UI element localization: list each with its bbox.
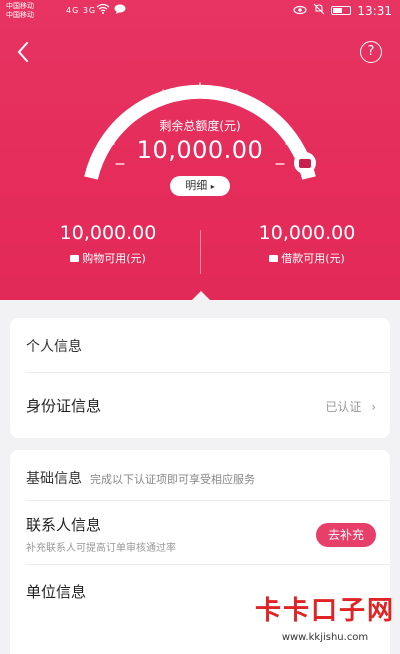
wallet-icon xyxy=(294,152,316,174)
watermark-url: www.kkjishu.com xyxy=(281,632,369,643)
watermark-brand: 卡卡口子网 xyxy=(254,596,395,626)
id-info-status-text: 已认证 xyxy=(325,400,362,414)
mute-icon xyxy=(313,3,325,18)
chevron-left-icon xyxy=(17,42,28,62)
gauge-arc xyxy=(84,84,316,180)
supplement-button[interactable]: 去补充 xyxy=(316,523,376,547)
wifi-icon xyxy=(96,3,114,17)
status-right: 13:31 xyxy=(293,3,392,18)
id-info-status: 已认证 › xyxy=(325,398,376,415)
company-info-title: 单位信息 xyxy=(26,583,87,601)
personal-section-title: 个人信息 xyxy=(26,339,82,355)
network-type-2: 3G xyxy=(82,6,97,15)
gauge-title: 剩余总额度(元) xyxy=(159,119,241,133)
hero-notch xyxy=(192,291,210,300)
loan-limit-text: 借款可用(元) xyxy=(281,252,345,265)
basic-section-note: 完成以下认证项即可享受相应服务 xyxy=(90,473,255,486)
contact-info-title: 联系人信息 xyxy=(26,516,102,534)
basic-section-title: 基础信息 xyxy=(26,471,82,487)
detail-button-label: 明细 xyxy=(185,179,208,192)
shopping-limit-text: 购物可用(元) xyxy=(82,252,146,265)
status-left-icons xyxy=(96,3,126,17)
loan-limit-label: 借款可用(元) xyxy=(227,250,387,266)
caret-right-icon: ▸ xyxy=(210,182,215,191)
status-bar: 中国移动 中国移动 4G 3G 13:31 xyxy=(0,0,400,26)
personal-info-card: 个人信息 身份证信息 已认证 › xyxy=(10,318,390,438)
help-button[interactable]: ? xyxy=(360,41,382,63)
loan-limit-amount: 10,000.00 xyxy=(258,222,356,244)
contact-info-subtitle: 补充联系人可提高订单审核通过率 xyxy=(26,543,176,554)
network-type-1: 4G xyxy=(66,6,80,15)
back-button[interactable] xyxy=(12,40,36,64)
shopping-limit-amount: 10,000.00 xyxy=(59,222,157,244)
chat-bubble-icon xyxy=(114,4,126,17)
clock: 13:31 xyxy=(357,3,392,18)
carrier-2: 中国移动 xyxy=(6,11,34,19)
network-type: 4G 3G xyxy=(66,6,96,15)
credit-hero: 中国移动 中国移动 4G 3G 13:31 ? 剩余总额度(元) 10,000.… xyxy=(0,0,400,300)
limit-divider xyxy=(200,230,201,274)
shopping-limit-label: 购物可用(元) xyxy=(28,250,188,266)
detail-button[interactable]: 明细 ▸ xyxy=(170,176,230,196)
remaining-amount: 10,000.00 xyxy=(136,136,264,164)
envelope-icon xyxy=(70,255,80,262)
battery-icon xyxy=(331,6,352,15)
carrier-labels: 中国移动 中国移动 xyxy=(6,2,34,20)
wallet-small-icon xyxy=(269,255,279,262)
eye-icon xyxy=(293,4,308,18)
site-watermark: 卡卡口子网 www.kkjishu.com xyxy=(252,590,398,652)
id-info-title: 身份证信息 xyxy=(26,397,102,415)
id-info-row[interactable]: 身份证信息 已认证 › xyxy=(10,373,390,437)
chevron-right-icon: › xyxy=(371,400,376,414)
basic-section-header: 基础信息 完成以下认证项即可享受相应服务 xyxy=(26,468,255,488)
carrier-1: 中国移动 xyxy=(6,2,34,10)
